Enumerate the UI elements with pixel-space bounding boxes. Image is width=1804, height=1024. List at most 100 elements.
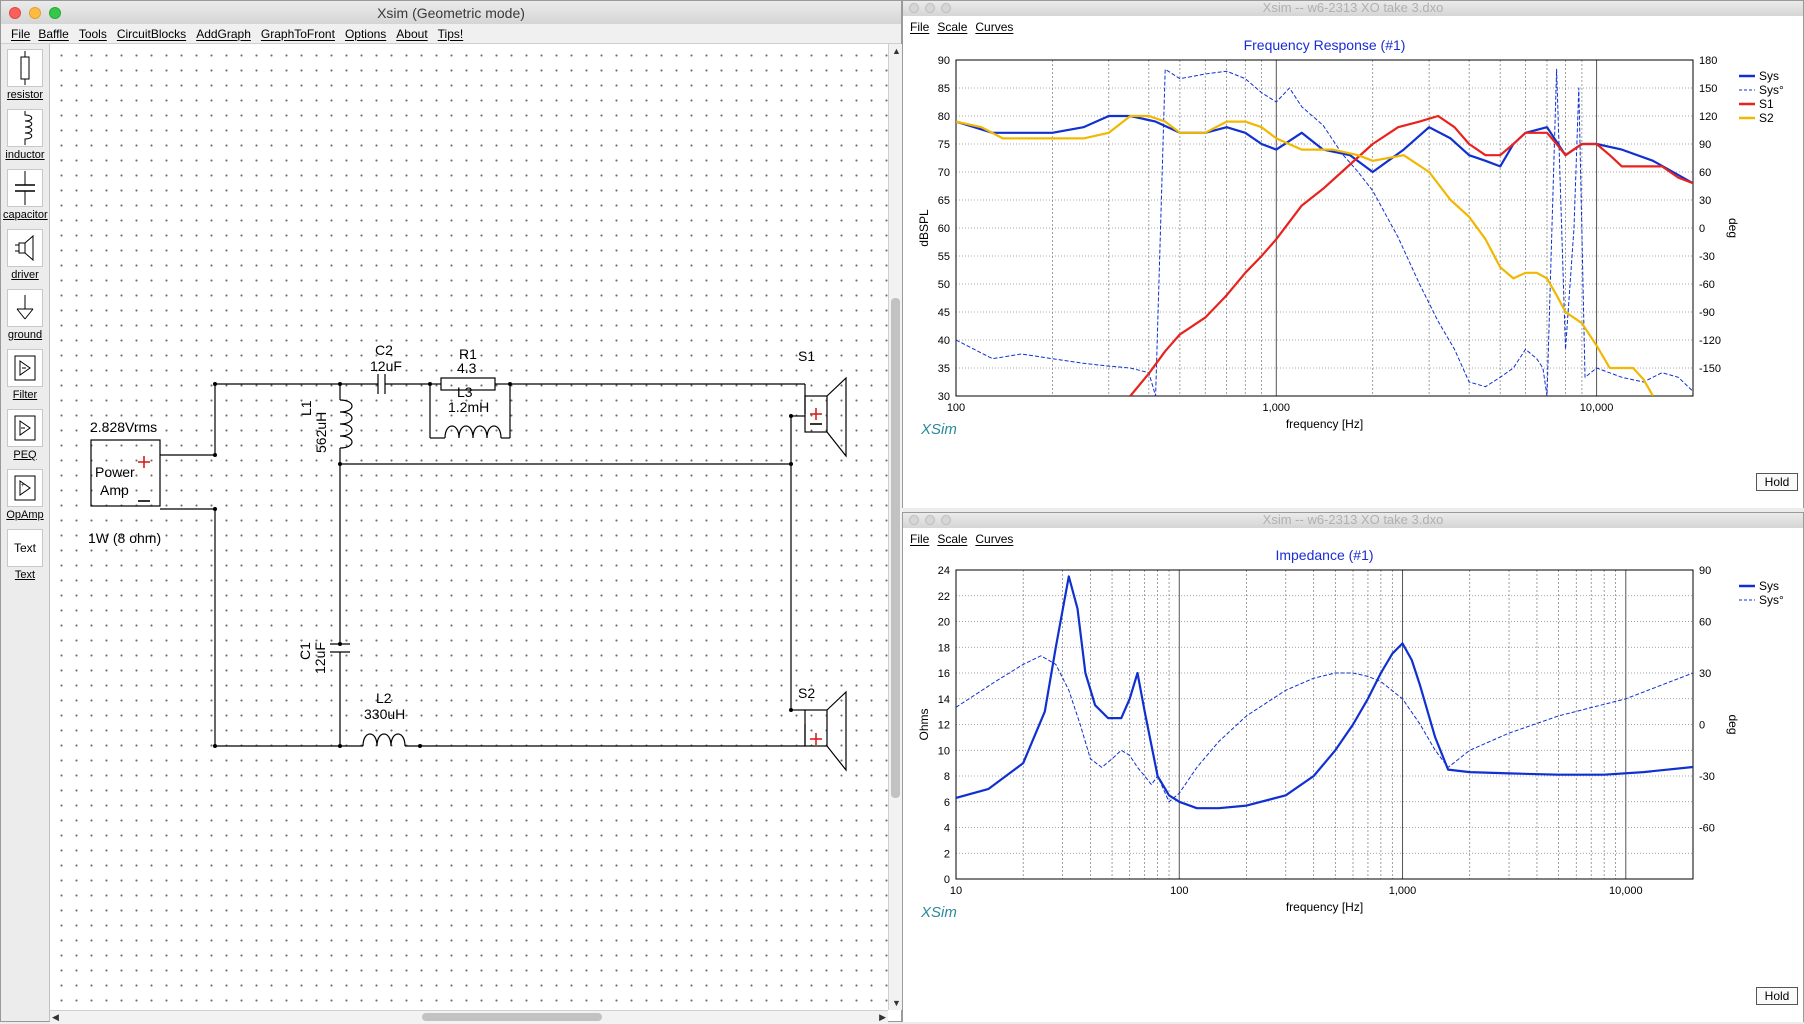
imp-menu-curves[interactable]: Curves [972,532,1016,546]
fr-y2tick-label: -60 [1699,279,1715,291]
palette-resistor-label: resistor [6,89,44,101]
menu-about[interactable]: About [393,27,430,41]
palette-inductor[interactable]: inductor [3,109,47,161]
l3-value-label: 1.2mH [448,399,490,415]
c1-value-label: 12uF [312,642,328,674]
power-amp[interactable] [91,440,161,507]
main-window: Xsim (Geometric mode) File Baffle Tools … [0,0,903,1024]
fr-ytick-label: 35 [938,363,950,375]
r1-value-label: 4.3 [457,360,477,376]
resistor-r1[interactable] [440,376,496,392]
main-window-title: Xsim (Geometric mode) [377,5,525,21]
imp-y2label: deg [1726,714,1740,734]
menu-file[interactable]: File [8,27,33,41]
imp-y2tick-label: 90 [1699,565,1711,577]
fr-menu-scale[interactable]: Scale [934,20,970,34]
palette-text[interactable]: Text Text [3,529,47,581]
text-icon: Text [7,529,43,567]
imp-ytick-label: 24 [938,565,950,577]
imp-menu-file[interactable]: File [907,532,932,546]
scroll-left-icon[interactable]: ◀ [52,1012,59,1023]
palette-capacitor-label: capacitor [3,209,48,221]
scroll-down-icon[interactable]: ▼ [892,998,901,1008]
imp-y2tick-label: 60 [1699,617,1711,629]
circuit-canvas[interactable]: 2.828Vrms Power Amp 1W (8 ohm) C2 12uF R… [50,44,888,1010]
scroll-thumb-vertical[interactable] [891,298,900,798]
fr-xlabel: frequency [Hz] [1286,417,1363,431]
menu-tools[interactable]: Tools [76,27,110,41]
main-menubar: File Baffle Tools CircuitBlocks AddGraph… [1,24,901,44]
palette-ground-label: ground [7,329,43,341]
scroll-thumb-horizontal[interactable] [422,1013,602,1021]
fr-ytick-label: 70 [938,167,950,179]
speaker-s2[interactable] [804,690,848,772]
palette-peq[interactable]: PEQ [3,409,47,461]
fr-ylabel: dBSPL [917,209,931,247]
fr-y2tick-label: 0 [1699,223,1705,235]
c2-name-label: C2 [375,342,393,358]
imp-xtick-label: 10 [950,885,962,897]
speaker-s1[interactable] [804,376,848,458]
fr-y2tick-label: 90 [1699,139,1711,151]
scroll-up-icon[interactable]: ▲ [892,46,901,56]
fr-menu-file[interactable]: File [907,20,932,34]
fr-xtick-label: 10,000 [1580,402,1614,414]
imp-titlebar[interactable]: Xsim -- w6-2313 XO take 3.dxo [903,512,1803,529]
menu-addgraph[interactable]: AddGraph [193,27,254,41]
fr-ytick-label: 60 [938,223,950,235]
capacitor-c2[interactable] [372,372,392,396]
menu-circuitblocks[interactable]: CircuitBlocks [114,27,189,41]
scroll-right-icon[interactable]: ▶ [879,1012,886,1023]
fr-xtick-label: 100 [947,402,965,414]
menu-options[interactable]: Options [342,27,389,41]
menu-baffle[interactable]: Baffle [35,27,71,41]
fr-menu-curves[interactable]: Curves [972,20,1016,34]
fr-ytick-label: 55 [938,251,950,263]
component-palette: resistor inductor capacitor driver groun… [1,44,50,1021]
fr-ytick-label: 75 [938,139,950,151]
inductor-l2[interactable] [361,728,407,748]
menu-graphtofront[interactable]: GraphToFront [258,27,338,41]
l2-value-label: 330uH [364,706,406,722]
frequency-response-window: Xsim -- w6-2313 XO take 3.dxo File Scale… [902,0,1804,508]
imp-window-title: Xsim -- w6-2313 XO take 3.dxo [1262,512,1444,527]
c1-name-label: C1 [297,642,313,660]
imp-xtick-label: 10,000 [1609,885,1643,897]
palette-opamp[interactable]: + OpAmp [3,469,47,521]
l2-name-label: L2 [376,690,392,706]
main-titlebar[interactable]: Xsim (Geometric mode) [1,1,901,25]
capacitor-c1[interactable] [328,638,352,656]
imp-ytick-label: 16 [938,668,950,680]
inductor-l3[interactable] [443,420,503,440]
inductor-icon [7,109,43,147]
fr-y2tick-label: -150 [1699,363,1721,375]
menu-tips[interactable]: Tips! [435,27,467,41]
palette-ground[interactable]: ground [3,289,47,341]
fr-hold-button[interactable]: Hold [1756,473,1798,491]
vertical-scrollbar[interactable]: ▲ ▼ [888,44,903,1010]
inductor-l1[interactable] [334,398,356,450]
fr-legend-label: S1 [1759,97,1774,111]
fr-y2tick-label: 150 [1699,83,1717,95]
fr-ytick-label: 40 [938,335,950,347]
imp-xtick-label: 100 [1170,885,1188,897]
imp-hold-button[interactable]: Hold [1756,987,1798,1005]
palette-capacitor[interactable]: capacitor [3,169,48,221]
svg-text:+: + [21,483,25,489]
fr-y2tick-label: 120 [1699,111,1717,123]
imp-y2tick-label: -30 [1699,771,1715,783]
imp-menu-scale[interactable]: Scale [934,532,970,546]
palette-resistor[interactable]: resistor [3,49,47,101]
fr-titlebar[interactable]: Xsim -- w6-2313 XO take 3.dxo [903,0,1803,17]
imp-y2tick-label: -60 [1699,823,1715,835]
frequency-response-chart: 9085807570656055504540353018015012090603… [903,38,1803,508]
imp-ylabel: Ohms [917,708,931,740]
palette-peq-label: PEQ [13,449,37,461]
l1-name-label: L1 [298,400,314,416]
palette-driver[interactable]: driver [3,229,47,281]
fr-y2tick-label: 60 [1699,167,1711,179]
palette-filter[interactable]: Filter [3,349,47,401]
imp-legend-label: Sys° [1759,593,1784,607]
speaker-driver-icon [7,229,43,267]
imp-xlabel: frequency [Hz] [1286,900,1363,914]
